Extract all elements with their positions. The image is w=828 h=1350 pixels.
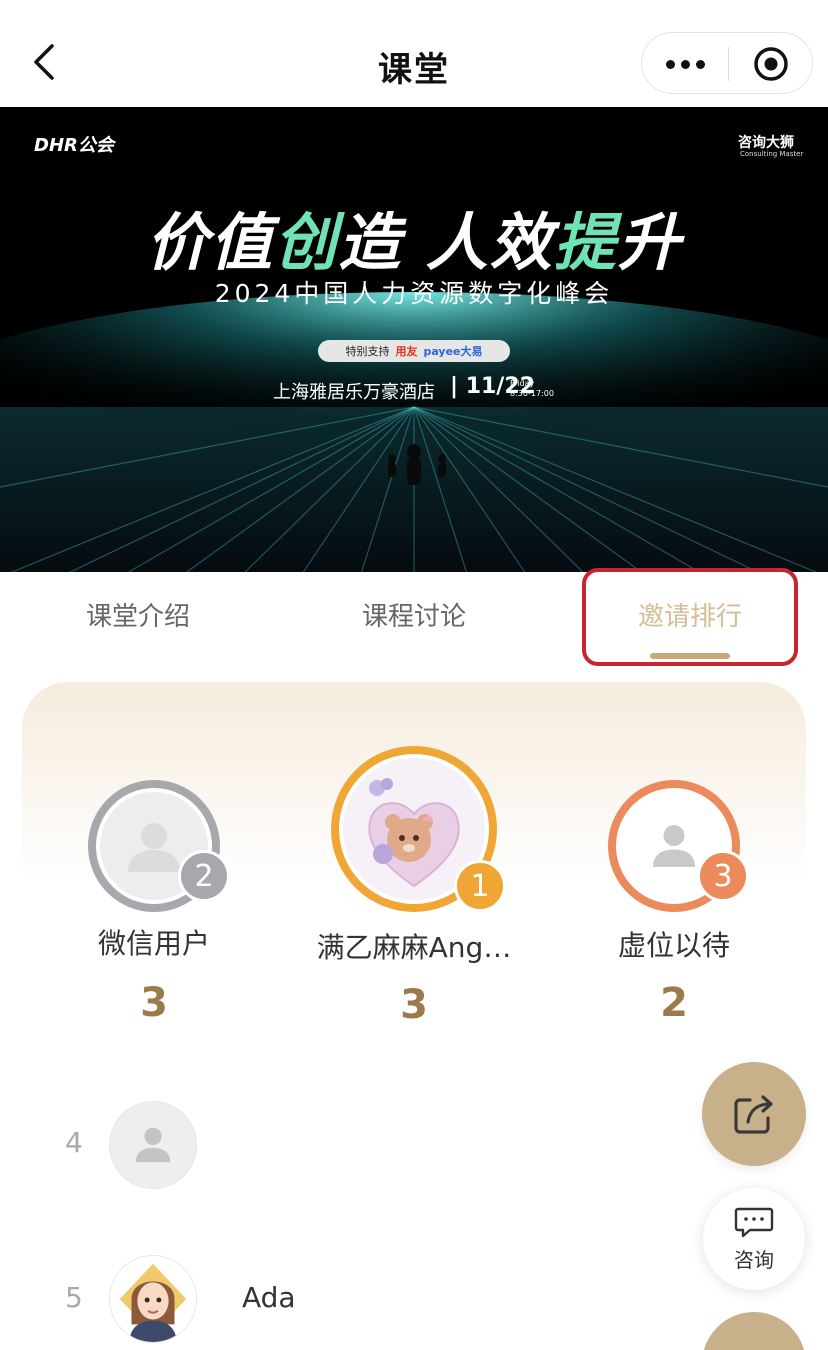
- list-avatar[interactable]: [109, 1255, 197, 1343]
- rank-badge-1: 1: [454, 860, 506, 912]
- user-silhouette-icon: [128, 823, 180, 872]
- nav-bar: 课堂: [0, 0, 828, 107]
- user-silhouette-icon: [135, 1127, 171, 1163]
- banner-venue: 上海雅居乐万豪酒店: [273, 382, 435, 403]
- dot: [665, 59, 675, 69]
- tab-course-intro[interactable]: 课堂介绍: [0, 596, 276, 633]
- course-banner: DHR公会 咨询大狮 Consulting Master 价值创造 人效提升 2…: [0, 107, 828, 572]
- list-avatar[interactable]: [109, 1101, 197, 1189]
- dot: [680, 59, 690, 69]
- rank-badge-2: 2: [178, 850, 230, 902]
- podium-count-2: 3: [140, 980, 168, 1026]
- share-button[interactable]: [702, 1062, 806, 1166]
- podium-name-2: 微信用户: [97, 927, 210, 960]
- banner-logo-right: 咨询大狮: [738, 135, 794, 151]
- list-user-name: Ada: [242, 1281, 296, 1314]
- list-rank-number: 4: [65, 1126, 83, 1159]
- share-icon: [734, 1095, 773, 1134]
- list-rank-number: 5: [65, 1281, 83, 1314]
- rank-badge-3: 3: [697, 850, 749, 902]
- dot: [695, 59, 705, 69]
- podium-name-1: 满乙麻麻Ang…: [316, 931, 512, 964]
- banner-logo-right-sub: Consulting Master: [740, 150, 804, 158]
- chat-bubble-icon: [734, 1207, 774, 1238]
- podium-count-1: 3: [400, 982, 428, 1028]
- target-circle-icon: [754, 47, 788, 81]
- user-silhouette-icon: [653, 825, 695, 867]
- consult-button[interactable]: 咨询: [703, 1188, 805, 1290]
- sponsor-pill: 特别支持 用友 payee大易: [318, 340, 510, 362]
- consult-label: 咨询: [734, 1248, 774, 1272]
- mini-program-capsule: [641, 32, 813, 94]
- banner-headline: 价值创造 人效提升: [146, 206, 682, 279]
- podium-count-3: 2: [660, 980, 688, 1026]
- more-button[interactable]: [642, 33, 728, 95]
- banner-time: Friday 8:30-17:00: [510, 379, 554, 398]
- banner-subtitle: 2024中国人力资源数字化峰会: [214, 279, 614, 308]
- podium-name-3: 虚位以待: [617, 929, 730, 962]
- cartoon-woman-avatar-icon: [110, 1256, 196, 1342]
- tab-course-discussion[interactable]: 课程讨论: [276, 596, 552, 633]
- close-mini-program-button[interactable]: [728, 33, 814, 95]
- highlight-box: [582, 568, 798, 666]
- banner-logo-left: DHR公会: [34, 135, 114, 156]
